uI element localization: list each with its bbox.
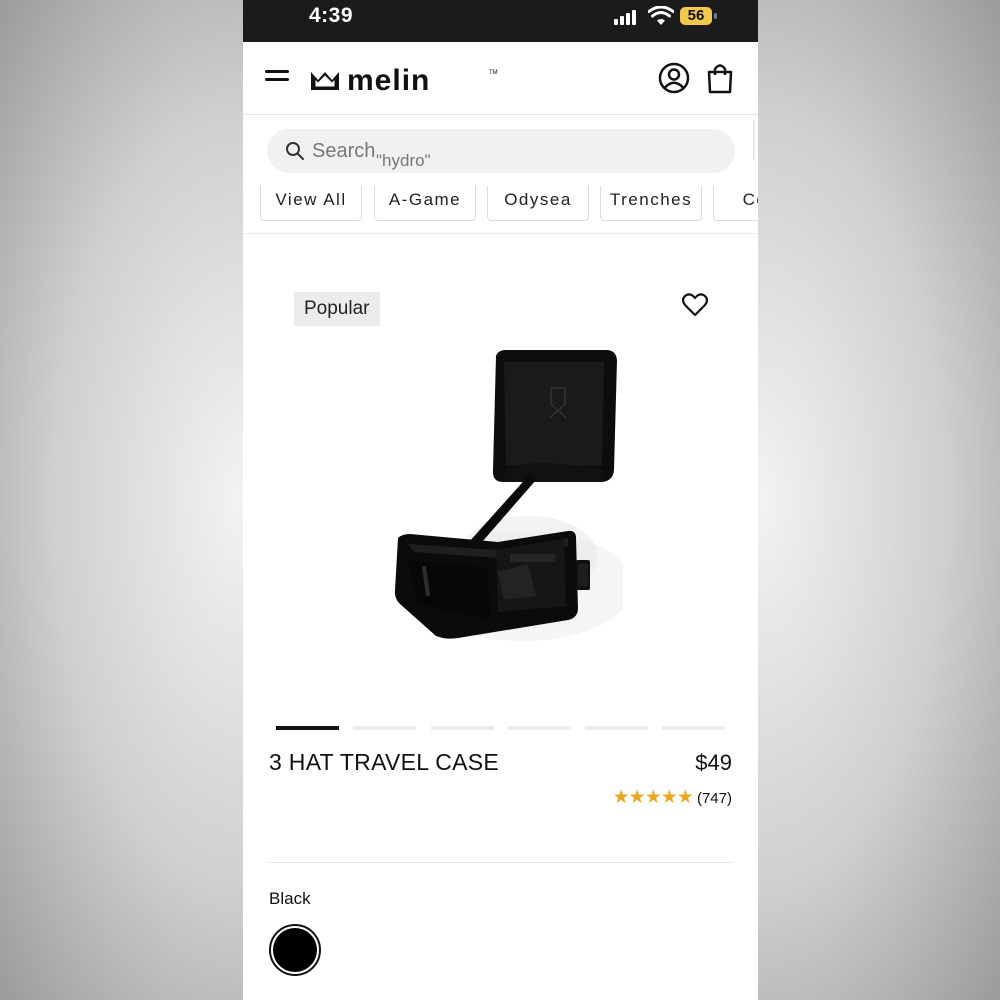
menu-icon[interactable] (265, 70, 289, 84)
category-chip-odysea[interactable]: Odysea (487, 186, 589, 221)
site-header: melin TM (243, 42, 758, 160)
scrollbar (753, 120, 755, 160)
category-chip-cord[interactable]: Cord (713, 186, 758, 221)
color-label: Black (269, 889, 311, 908)
search-hint: "hydro" (376, 151, 431, 170)
phone-screen: 4:39 56 melin TM Search "hydro" View All… (243, 0, 758, 1000)
carousel-indicator-6[interactable] (662, 726, 725, 730)
cellular-signal-icon (614, 10, 640, 25)
background-right (758, 0, 1000, 1000)
product-price: $49 (695, 750, 732, 775)
category-chip-view-all[interactable]: View All (260, 186, 362, 221)
shopping-bag-icon[interactable] (706, 62, 734, 94)
heart-icon[interactable] (682, 293, 708, 317)
search-icon (286, 142, 304, 160)
product-rating[interactable]: ★★★★★ (747) (613, 786, 732, 809)
search-input[interactable]: Search "hydro" (267, 129, 735, 173)
category-chip-trenches[interactable]: Trenches (600, 186, 702, 221)
svg-text:TM: TM (489, 70, 498, 76)
category-filter-bar: View All A-Game Odysea Trenches Cord (243, 186, 758, 234)
product-image[interactable] (378, 346, 623, 646)
background-left (0, 0, 243, 1000)
carousel-indicator-4[interactable] (508, 726, 571, 730)
carousel-indicator-5[interactable] (585, 726, 648, 730)
battery-nub (714, 13, 717, 19)
battery-icon: 56 (680, 7, 712, 25)
carousel-indicator-1[interactable] (276, 726, 339, 730)
brand-text: melin (347, 64, 430, 94)
melin-logo[interactable]: melin TM (309, 64, 499, 94)
carousel-indicator-3[interactable] (431, 726, 494, 730)
popular-badge: Popular (294, 292, 380, 326)
carousel-indicator-2[interactable] (353, 726, 416, 730)
review-count: (747) (696, 790, 732, 807)
swatch-fill (273, 928, 317, 972)
account-icon[interactable] (658, 62, 690, 94)
wifi-icon (648, 6, 674, 25)
battery-level: 56 (687, 7, 705, 24)
divider (269, 862, 733, 863)
rating-stars-icon: ★★★★★ (612, 787, 694, 808)
status-bar: 4:39 56 (243, 0, 758, 42)
product-name[interactable]: 3 HAT TRAVEL CASE (269, 749, 499, 776)
search-placeholder: Search (312, 140, 376, 162)
category-chip-a-game[interactable]: A-Game (374, 186, 476, 221)
status-time: 4:39 (309, 4, 354, 27)
color-swatch-black[interactable] (269, 924, 321, 976)
